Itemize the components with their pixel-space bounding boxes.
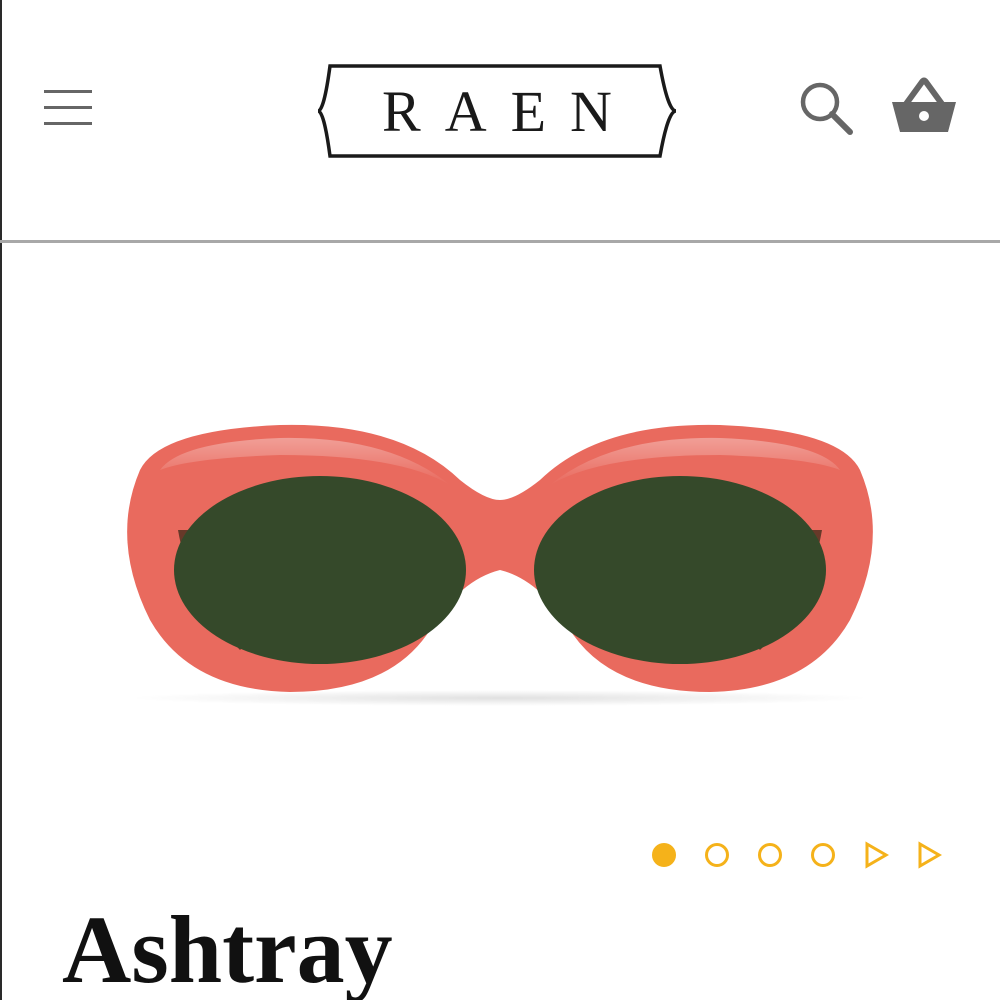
menu-bar — [44, 90, 92, 93]
menu-bar — [44, 122, 92, 125]
product-title: Ashtray — [62, 896, 393, 1000]
menu-bar — [44, 106, 92, 109]
carousel-dot[interactable] — [758, 843, 782, 867]
play-arrow-icon[interactable] — [862, 841, 890, 869]
header-divider — [0, 240, 1000, 243]
carousel-dot[interactable] — [652, 843, 676, 867]
product-shadow — [130, 690, 870, 706]
image-carousel-pagination — [650, 838, 960, 872]
product-image-sunglasses[interactable] — [100, 400, 900, 720]
right-lens — [534, 476, 826, 664]
shopping-basket-icon[interactable] — [888, 74, 960, 140]
carousel-dot[interactable] — [705, 843, 729, 867]
brand-logo[interactable]: RAEN — [316, 52, 678, 170]
hamburger-menu-icon[interactable] — [40, 82, 96, 132]
left-lens — [174, 476, 466, 664]
site-header: RAEN — [0, 0, 1000, 243]
carousel-dot[interactable] — [811, 843, 835, 867]
search-icon[interactable] — [796, 78, 858, 140]
brand-name: RAEN — [382, 78, 636, 144]
play-arrow-icon[interactable] — [915, 841, 943, 869]
